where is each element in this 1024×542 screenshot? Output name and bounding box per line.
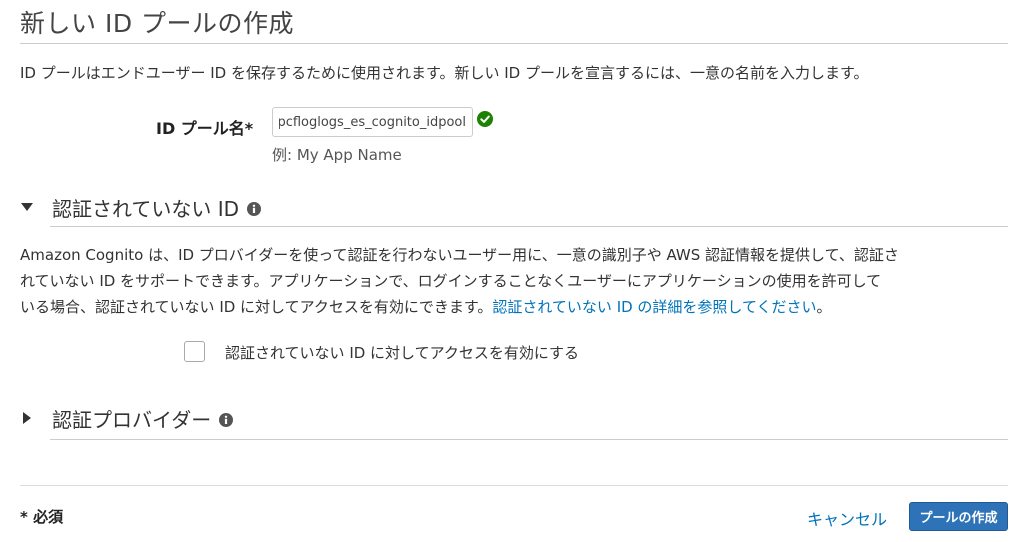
- info-icon[interactable]: [219, 412, 234, 427]
- unauth-description: Amazon Cognito は、ID プロバイダーを使って認証を行わないユーザ…: [20, 242, 1010, 320]
- auth-providers-section-divider: [50, 439, 1008, 440]
- desc-line: Amazon Cognito は、ID プロバイダーを使って認証を行わないユーザ…: [20, 246, 899, 264]
- pool-name-label: ID プール名*: [156, 119, 254, 138]
- page-title: 新しい ID プールの作成: [20, 9, 295, 38]
- intro-text: ID プールはエンドユーザー ID を保存するために使用されます。新しい ID …: [20, 64, 869, 82]
- auth-providers-section-title: 認証プロバイダー: [52, 407, 212, 432]
- caret-down-icon[interactable]: [20, 200, 34, 214]
- caret-right-icon[interactable]: [20, 411, 34, 425]
- desc-line-suffix: 。: [816, 298, 832, 316]
- enable-unauth-checkbox[interactable]: [184, 341, 205, 362]
- create-identity-pool-page: 新しい ID プールの作成 ID プールはエンドユーザー ID を保存するために…: [0, 0, 1024, 542]
- enable-unauth-label[interactable]: 認証されていない ID に対してアクセスを有効にする: [225, 342, 579, 363]
- unauth-section-divider: [50, 226, 1008, 227]
- unauth-details-link[interactable]: 認証されていない ID の詳細を参照してください: [492, 298, 816, 316]
- required-note: * 必須: [20, 508, 64, 526]
- pool-name-example: 例: My App Name: [272, 146, 402, 164]
- desc-line: れていない ID をサポートできます。アプリケーションで、ログインすることなくユ…: [20, 272, 882, 290]
- desc-line-text: いる場合、認証されていない ID に対してアクセスを有効にできます。: [20, 298, 493, 316]
- unauth-section-title: 認証されていない ID: [52, 196, 240, 221]
- footer-divider: [20, 485, 1008, 486]
- pool-name-input[interactable]: [272, 107, 473, 137]
- valid-check-icon: [477, 111, 493, 127]
- cancel-link[interactable]: キャンセル: [807, 506, 887, 530]
- desc-line: いる場合、認証されていない ID に対してアクセスを有効にできます。認証されてい…: [20, 294, 1010, 320]
- info-icon[interactable]: [247, 201, 262, 216]
- auth-providers-section-header[interactable]: 認証プロバイダー: [20, 405, 234, 432]
- title-divider: [20, 43, 1008, 44]
- unauth-section-header[interactable]: 認証されていない ID: [20, 194, 262, 221]
- create-pool-button[interactable]: プールの作成: [909, 502, 1008, 531]
